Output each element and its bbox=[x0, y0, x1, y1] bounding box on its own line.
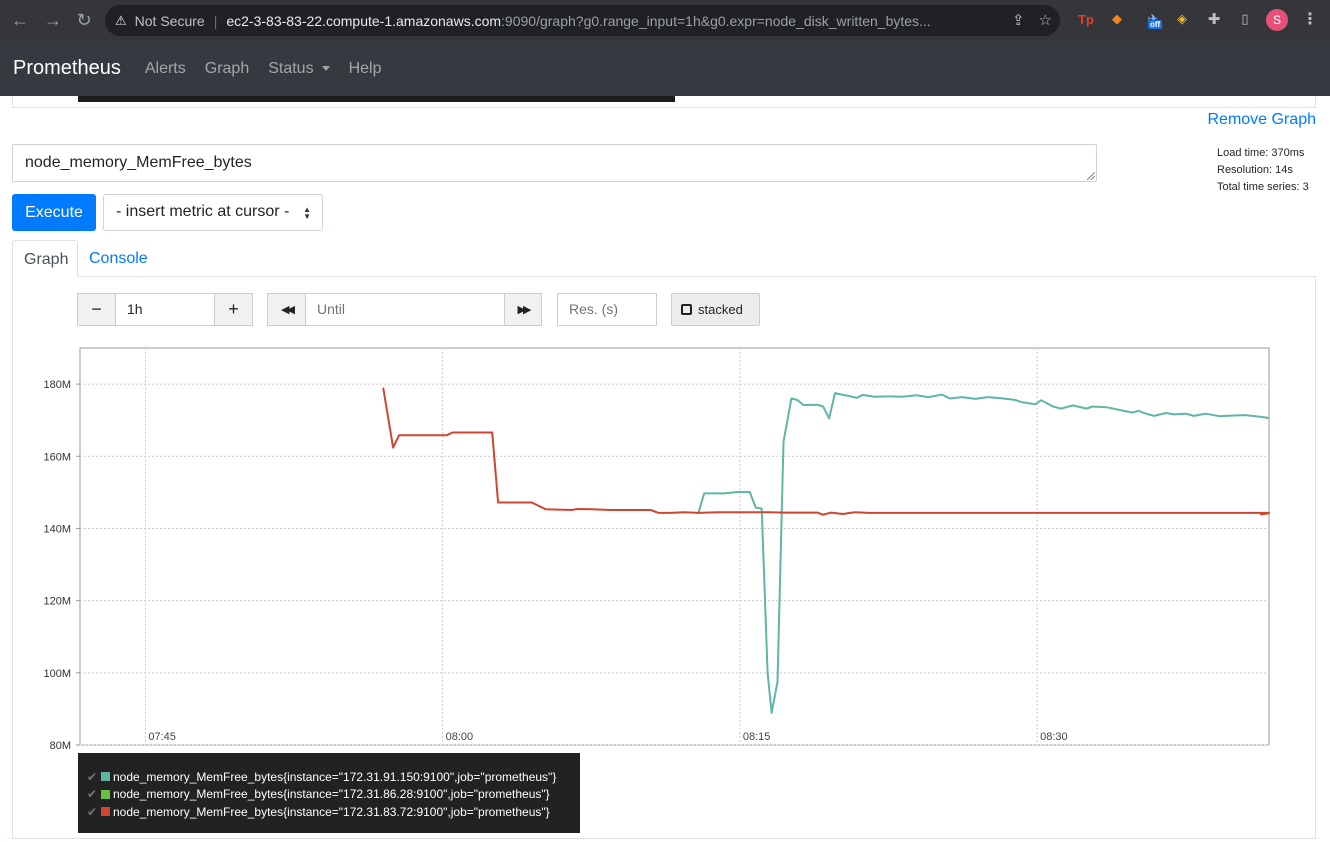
chevron-down-icon bbox=[321, 65, 330, 71]
rewind-icon[interactable]: ◀◀ bbox=[267, 293, 306, 326]
tab-graph[interactable]: Graph bbox=[12, 240, 78, 277]
query-stats: Load time: 370ms Resolution: 14s Total t… bbox=[1217, 145, 1309, 196]
fast-forward-icon[interactable]: ▶▶ bbox=[504, 293, 542, 326]
x-tick-label: 08:00 bbox=[446, 731, 474, 743]
legend-item[interactable]: ✔ node_memory_MemFree_bytes{instance="17… bbox=[87, 768, 580, 786]
checkmark-icon: ✔ bbox=[87, 787, 98, 802]
prometheus-navbar: Prometheus Alerts Graph Status Help bbox=[0, 41, 1330, 96]
range-increase-button[interactable]: + bbox=[214, 293, 253, 326]
extension-tp-icon[interactable]: Tp bbox=[1075, 8, 1097, 30]
address-bar[interactable]: ⚠ Not Secure | ec2-3-83-83-22.compute-1.… bbox=[105, 5, 1060, 36]
side-panel-icon[interactable]: ▯ bbox=[1234, 8, 1256, 30]
metric-select-value: - insert metric at cursor - bbox=[116, 203, 290, 220]
profile-avatar[interactable]: S bbox=[1266, 9, 1288, 31]
execute-button[interactable]: Execute bbox=[12, 194, 96, 231]
legend-swatch bbox=[101, 789, 110, 799]
kebab-menu-icon[interactable]: ⋮ bbox=[1299, 8, 1321, 30]
resolution: Resolution: 14s bbox=[1217, 164, 1293, 176]
legend-label: node_memory_MemFree_bytes{instance="172.… bbox=[113, 804, 550, 819]
resolution-placeholder: Res. (s) bbox=[569, 301, 618, 317]
nav-status[interactable]: Status bbox=[268, 59, 330, 78]
extension-off-badge: off bbox=[1148, 20, 1163, 29]
metamask-fox-icon[interactable]: ◆ bbox=[1106, 8, 1128, 30]
url-host: ec2-3-83-83-22.compute-1.amazonaws.com bbox=[226, 12, 502, 29]
address-separator: | bbox=[213, 12, 218, 29]
tab-console[interactable]: Console bbox=[78, 240, 159, 277]
resolution-input[interactable]: Res. (s) bbox=[557, 293, 657, 326]
back-arrow-icon[interactable]: ← bbox=[6, 7, 34, 35]
total-series: Total time series: 3 bbox=[1217, 181, 1309, 193]
checkmark-icon: ✔ bbox=[87, 769, 98, 784]
security-label: Not Secure bbox=[134, 12, 205, 29]
nav-help[interactable]: Help bbox=[349, 60, 382, 78]
bookmark-star-icon[interactable]: ☆ bbox=[1039, 11, 1052, 29]
omnibox-actions: ⇪ ☆ bbox=[1012, 11, 1052, 29]
expression-input[interactable]: node_memory_MemFree_bytes bbox=[12, 144, 1097, 182]
x-tick-label: 07:45 bbox=[148, 731, 176, 743]
warning-icon: ⚠ bbox=[115, 12, 127, 28]
chart-legend: ✔ node_memory_MemFree_bytes{instance="17… bbox=[78, 753, 580, 833]
y-tick-label: 160M bbox=[43, 451, 71, 463]
extensions-puzzle-icon[interactable]: ✚ bbox=[1203, 8, 1225, 30]
x-tick-label: 08:15 bbox=[743, 731, 771, 743]
legend-item[interactable]: ✔ node_memory_MemFree_bytes{instance="17… bbox=[87, 803, 580, 821]
brand-logo[interactable]: Prometheus bbox=[13, 57, 121, 80]
forward-arrow-icon[interactable]: → bbox=[39, 7, 67, 35]
nav-status-label: Status bbox=[268, 59, 314, 77]
nav-graph[interactable]: Graph bbox=[205, 60, 249, 78]
legend-label: node_memory_MemFree_bytes{instance="172.… bbox=[113, 769, 557, 784]
time-series-chart[interactable]: 80M 100M 120M 140M 160M 180M 07:45 08:00 08:15 08… bbox=[40, 346, 1272, 750]
y-tick-label: 100M bbox=[43, 668, 71, 680]
metric-select[interactable]: - insert metric at cursor - ▲ ▼ bbox=[103, 194, 323, 231]
reload-icon[interactable]: ↻ bbox=[70, 7, 98, 35]
binance-extension-icon[interactable]: ◈ bbox=[1171, 8, 1193, 30]
until-input[interactable]: Until bbox=[305, 293, 505, 326]
select-arrows-icon: ▲ ▼ bbox=[303, 205, 311, 221]
share-icon[interactable]: ⇪ bbox=[1012, 11, 1025, 29]
y-tick-label: 180M bbox=[43, 379, 71, 391]
range-decrease-button[interactable]: − bbox=[77, 293, 116, 326]
expression-text: node_memory_MemFree_bytes bbox=[25, 154, 252, 171]
legend-swatch bbox=[101, 807, 110, 817]
extension-paper-plane-icon[interactable]: ✈ off bbox=[1142, 8, 1164, 30]
range-input[interactable]: 1h bbox=[115, 293, 215, 326]
url-path: :9090/graph?g0.range_input=1h&g0.expr=no… bbox=[501, 12, 931, 29]
stacked-label: stacked bbox=[698, 302, 743, 317]
load-time: Load time: 370ms bbox=[1217, 147, 1305, 159]
legend-item[interactable]: ✔ node_memory_MemFree_bytes{instance="17… bbox=[87, 786, 580, 804]
stacked-toggle-button[interactable]: stacked bbox=[671, 293, 760, 326]
checkbox-icon bbox=[681, 304, 692, 315]
x-tick-label: 08:30 bbox=[1040, 731, 1068, 743]
tab-bar: Graph Console bbox=[12, 240, 1316, 277]
until-placeholder: Until bbox=[317, 301, 346, 317]
nav-alerts[interactable]: Alerts bbox=[145, 60, 186, 78]
previous-legend-edge bbox=[78, 96, 675, 102]
y-tick-label: 80M bbox=[50, 740, 71, 750]
checkmark-icon: ✔ bbox=[87, 804, 98, 819]
resize-handle-icon[interactable] bbox=[1087, 172, 1095, 180]
y-tick-label: 120M bbox=[43, 596, 71, 608]
remove-graph-link[interactable]: Remove Graph bbox=[1208, 111, 1317, 129]
y-tick-label: 140M bbox=[43, 523, 71, 535]
legend-label: node_memory_MemFree_bytes{instance="172.… bbox=[113, 787, 550, 802]
legend-swatch bbox=[101, 772, 110, 782]
